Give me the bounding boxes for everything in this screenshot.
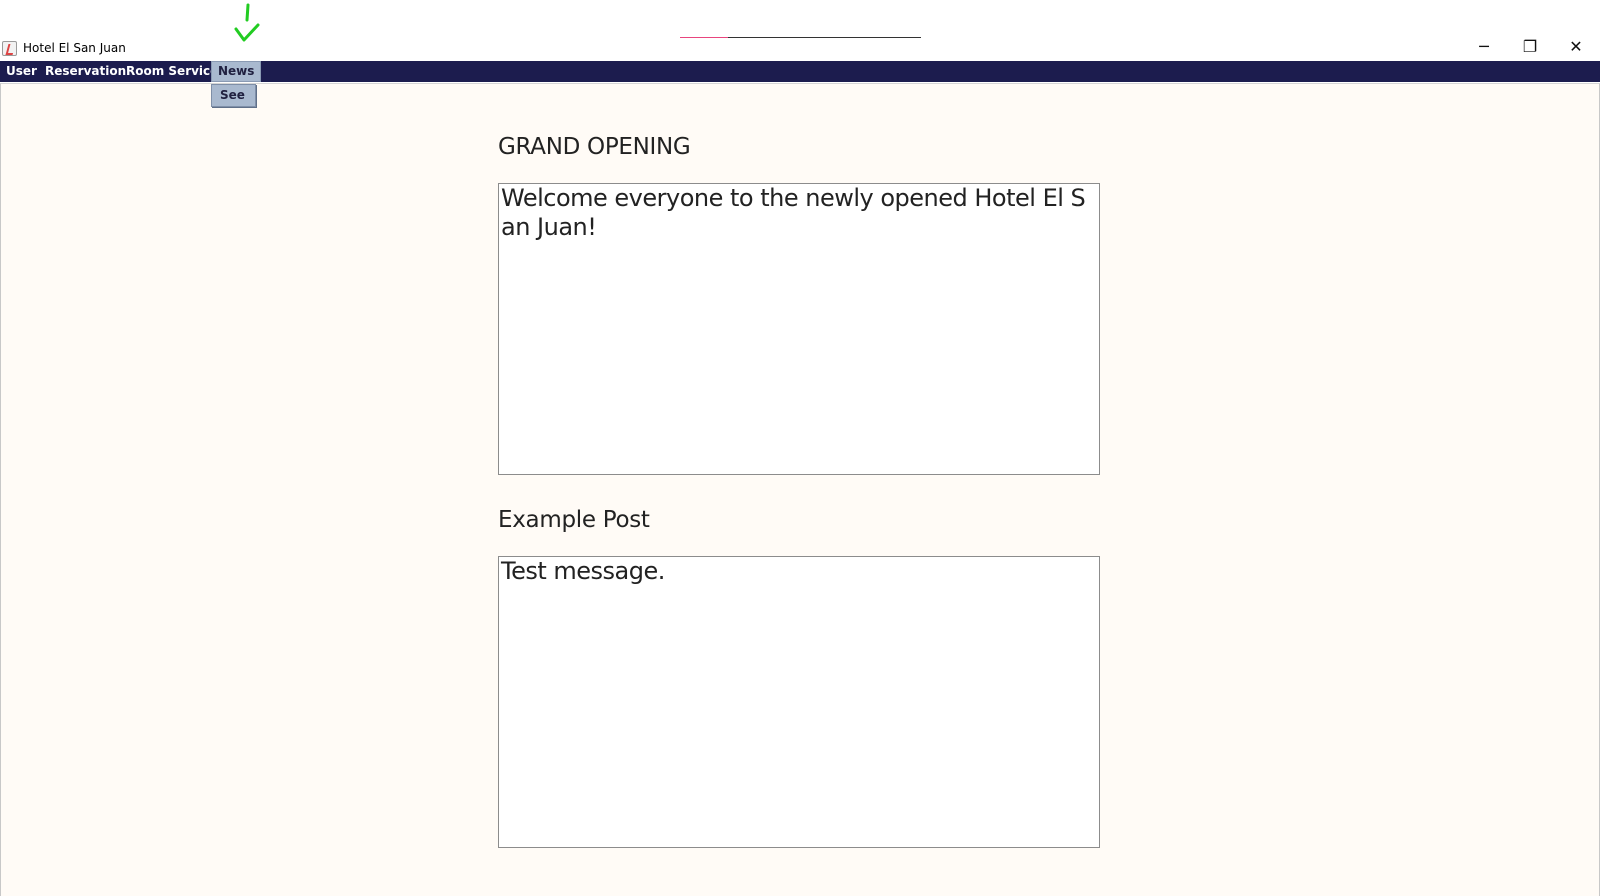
restore-icon: ❐ <box>1522 37 1538 56</box>
menu-reservation[interactable]: Reservation <box>39 61 132 82</box>
menu-item-see[interactable]: See <box>220 88 245 102</box>
java-app-icon <box>2 41 17 56</box>
post-message-area[interactable]: Welcome everyone to the newly opened Hot… <box>498 183 1100 475</box>
title-progress-bar <box>680 37 921 38</box>
maximize-button[interactable]: ❐ <box>1507 33 1553 60</box>
menu-bar: User Reservation Room Service News <box>0 61 1600 82</box>
post-title: GRAND OPENING <box>498 134 691 160</box>
news-dropdown-menu: See <box>211 84 256 107</box>
minimize-icon: ─ <box>1479 37 1489 56</box>
close-button[interactable]: ✕ <box>1553 33 1599 60</box>
minimize-button[interactable]: ─ <box>1461 33 1507 60</box>
post-title: Example Post <box>498 507 650 533</box>
news-content-panel: GRAND OPENING Welcome everyone to the ne… <box>0 83 1600 896</box>
check-mark-icon <box>234 3 260 42</box>
menu-room-service[interactable]: Room Service <box>120 61 224 82</box>
window-title-bar: Hotel El San Juan ─ ❐ ✕ <box>0 0 1600 60</box>
title-progress-fill <box>680 37 729 38</box>
close-icon: ✕ <box>1569 37 1583 56</box>
post-message-area[interactable]: Test message. <box>498 556 1100 848</box>
menu-user[interactable]: User <box>0 61 43 82</box>
menu-news[interactable]: News <box>211 61 262 82</box>
window-title: Hotel El San Juan <box>23 41 126 55</box>
